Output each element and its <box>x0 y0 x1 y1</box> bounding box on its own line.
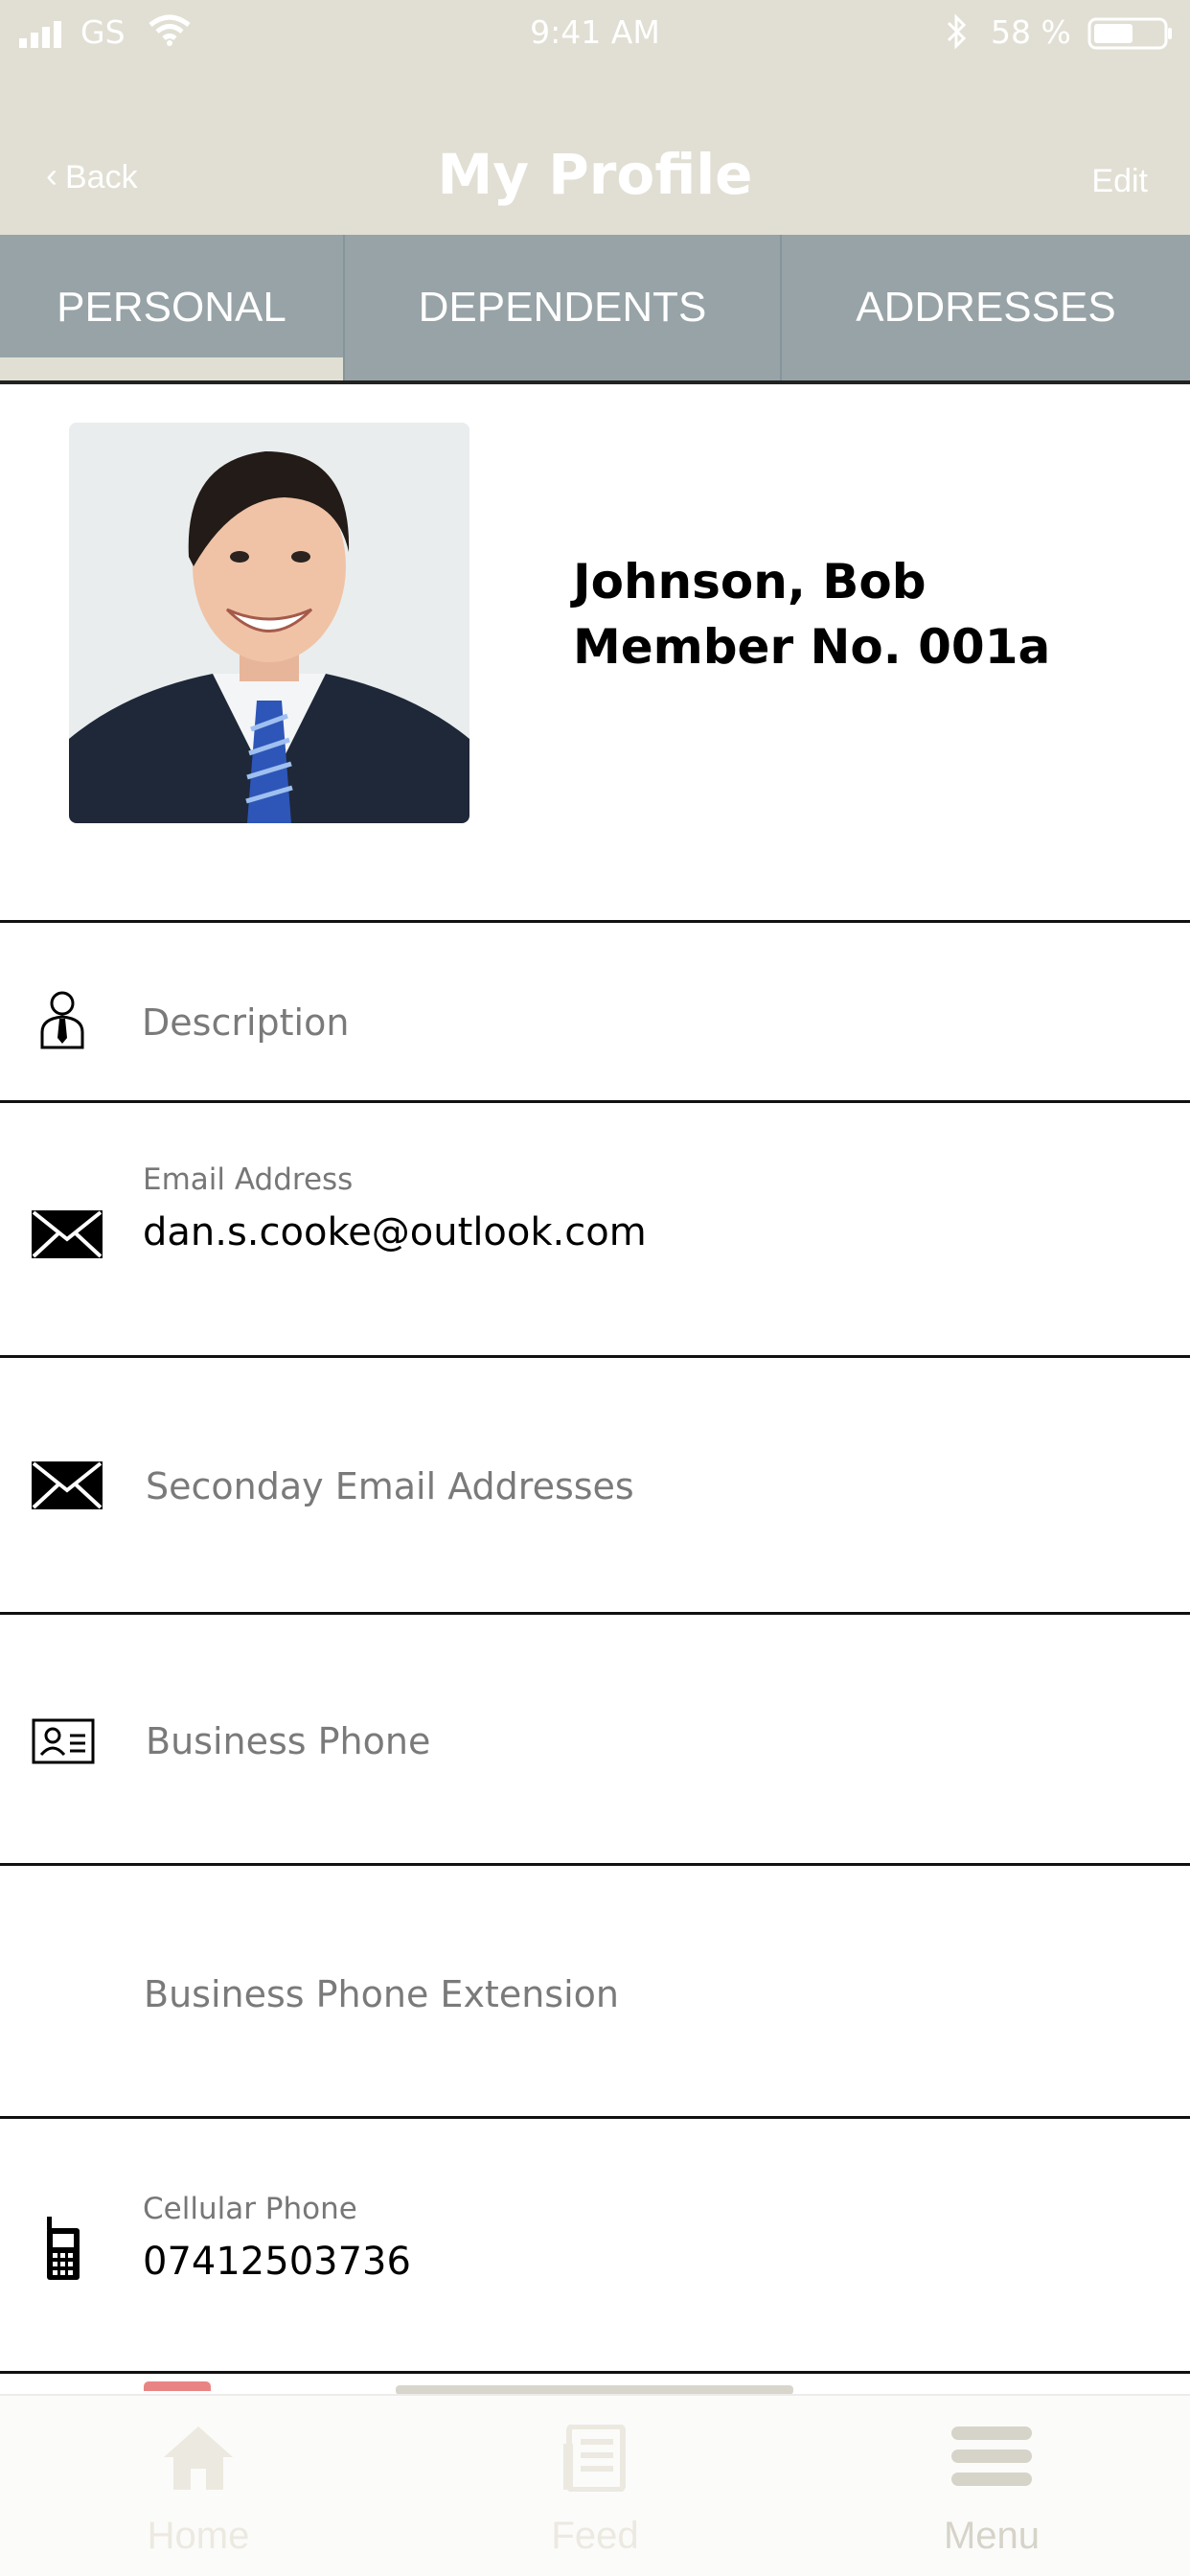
feed-icon <box>563 2425 626 2492</box>
profile-tabs: PERSONAL DEPENDENTS ADDRESSES <box>0 235 1190 380</box>
business-phone-extension-placeholder: Business Phone Extension <box>144 1973 619 2015</box>
divider <box>0 2371 1190 2374</box>
member-info: Johnson, Bob Member No. 001a <box>573 549 1050 679</box>
edit-button[interactable]: Edit <box>1091 163 1148 200</box>
member-number: Member No. 001a <box>573 619 1051 675</box>
tab-label: DEPENDENTS <box>418 284 707 331</box>
tabbar-label: Menu <box>943 2515 1041 2557</box>
email-field[interactable]: Email Address dan.s.cooke@outlook.com <box>0 1100 1190 1355</box>
tabbar-label: Home <box>147 2515 250 2557</box>
tab-dependents[interactable]: DEPENDENTS <box>345 235 782 380</box>
member-name: Johnson, Bob <box>573 554 927 610</box>
bottom-tab-bar: Home Feed Menu <box>0 2394 1190 2576</box>
business-phone-placeholder: Business Phone <box>146 1720 431 1762</box>
business-phone-extension-field[interactable]: Business Phone Extension <box>0 1863 1190 2116</box>
menu-icon <box>951 2426 1032 2486</box>
description-field[interactable]: Description <box>0 920 1190 1100</box>
bluetooth-icon <box>947 13 967 50</box>
envelope-icon <box>32 1210 103 1258</box>
tab-label: PERSONAL <box>57 284 286 331</box>
mobile-phone-icon <box>47 2217 80 2280</box>
person-tie-icon <box>40 991 84 1049</box>
email-label: Email Address <box>143 1162 354 1197</box>
cellular-phone-label: Cellular Phone <box>143 2192 357 2226</box>
profile-photo <box>69 423 469 823</box>
secondary-email-placeholder: Seconday Email Addresses <box>146 1465 634 1507</box>
selected-tab-indicator <box>0 357 343 380</box>
page-title: My Profile <box>437 142 753 207</box>
email-value: dan.s.cooke@outlook.com <box>143 1210 647 1254</box>
cellular-phone-field[interactable]: Cellular Phone 07412503736 <box>0 2116 1190 2373</box>
battery-icon <box>1087 17 1172 50</box>
tabbar-item-feed[interactable]: Feed <box>397 2396 793 2576</box>
tabbar-item-home[interactable]: Home <box>0 2396 397 2576</box>
avatar[interactable] <box>69 423 469 823</box>
envelope-icon <box>32 1461 103 1509</box>
business-phone-field[interactable]: Business Phone <box>0 1612 1190 1863</box>
tab-addresses[interactable]: ADDRESSES <box>782 235 1190 380</box>
tabbar-item-menu[interactable]: Menu <box>793 2396 1190 2576</box>
profile-summary: Johnson, Bob Member No. 001a <box>0 384 1190 920</box>
description-placeholder: Description <box>142 1001 350 1044</box>
status-bar: GS 9:41 AM 58 % <box>0 0 1190 67</box>
id-card-icon <box>32 1718 95 1764</box>
tab-personal[interactable]: PERSONAL <box>0 235 345 380</box>
tabbar-label: Feed <box>551 2515 639 2557</box>
tab-label: ADDRESSES <box>856 284 1116 331</box>
cellular-phone-value: 07412503736 <box>143 2240 411 2284</box>
secondary-email-field[interactable]: Seconday Email Addresses <box>0 1355 1190 1612</box>
partial-next-row-icon <box>144 2381 211 2391</box>
battery-percent: 58 % <box>991 13 1071 51</box>
home-icon <box>164 2426 233 2490</box>
app-header: GS 9:41 AM 58 % ‹ Back My Profile Edit <box>0 0 1190 235</box>
